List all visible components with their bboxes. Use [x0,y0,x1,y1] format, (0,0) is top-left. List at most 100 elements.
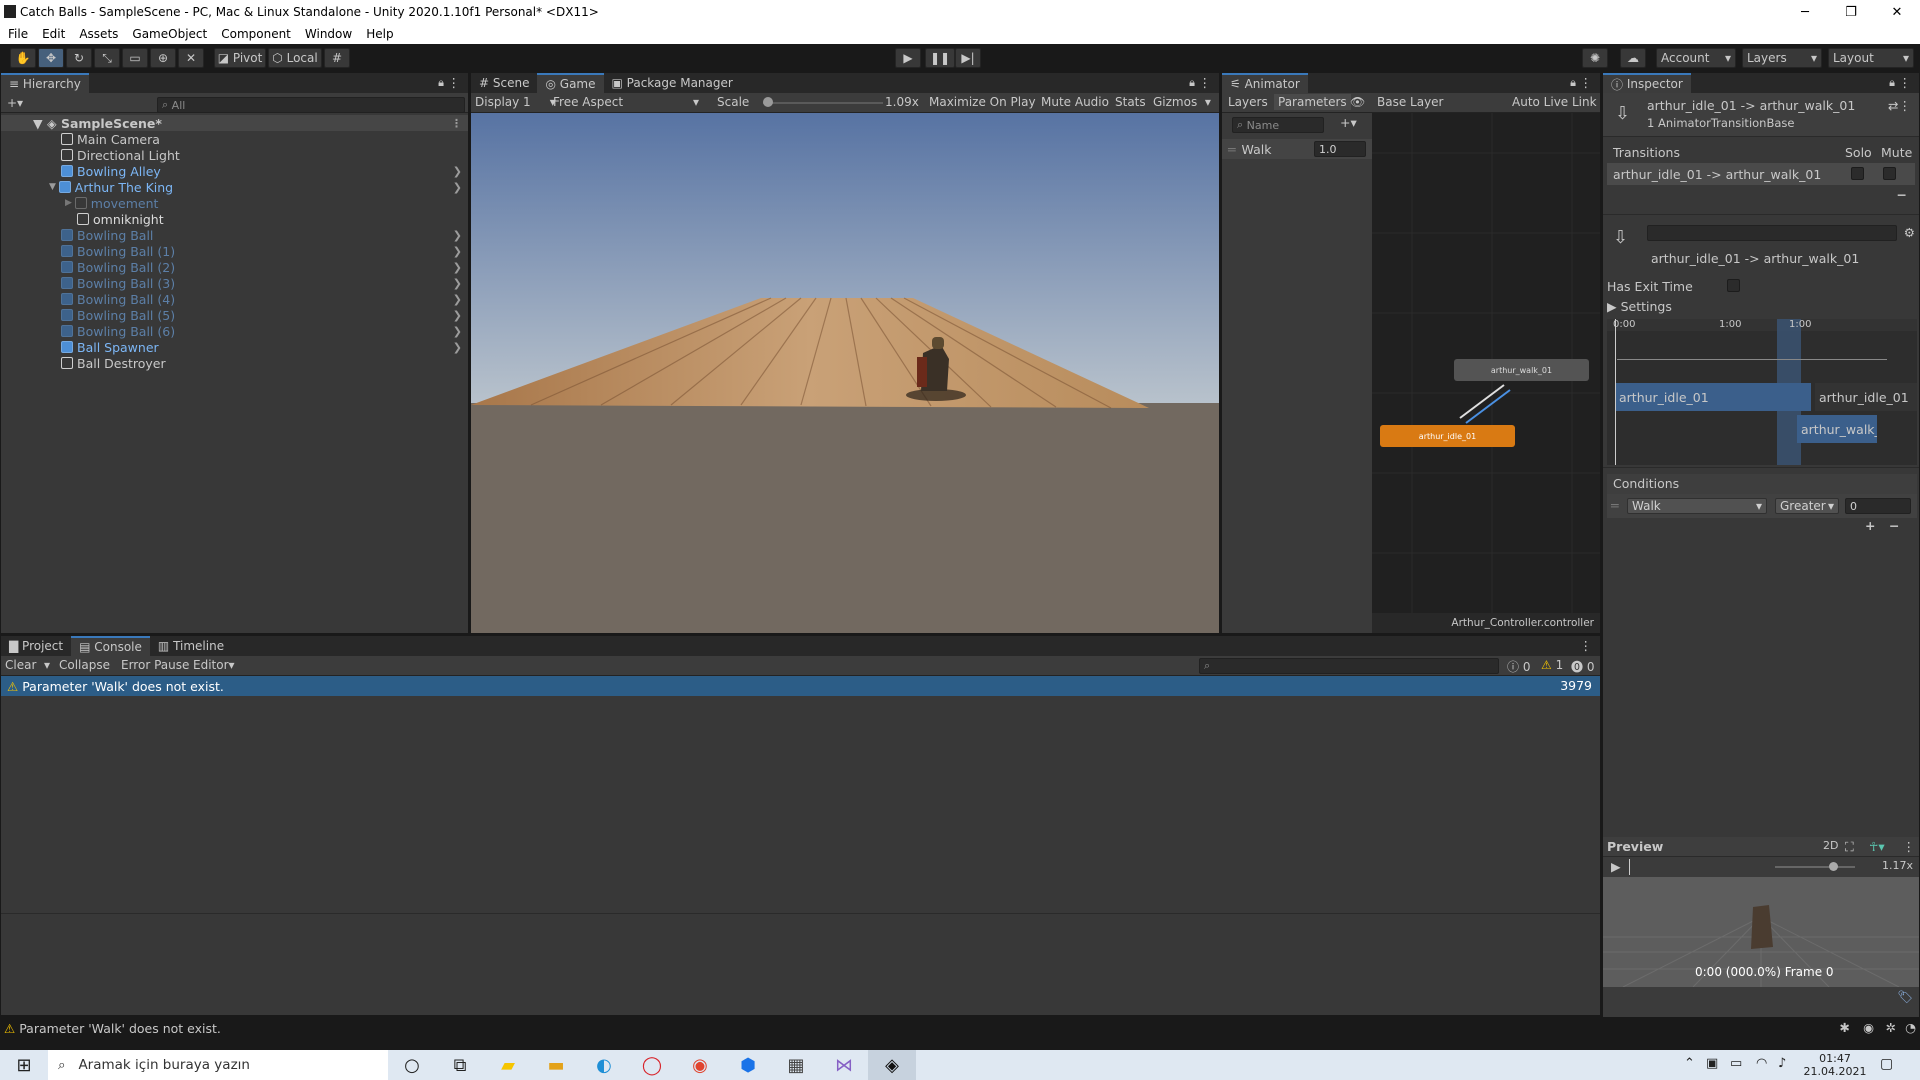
minimize-button[interactable]: ─ [1782,0,1828,24]
chevron-right-icon[interactable]: ❯ [453,309,462,322]
solo-checkbox[interactable] [1851,167,1864,180]
preview-speed-handle[interactable] [1829,862,1838,871]
chevron-right-icon[interactable]: ❯ [453,341,462,354]
aspect-dropdown[interactable]: Free Aspect ▾ [553,95,703,109]
preview-play-button[interactable]: ▶ [1611,859,1621,874]
close-button[interactable]: ✕ [1874,0,1920,24]
state-node-walk[interactable]: arthur_walk_01 [1454,359,1589,381]
hand-tool-icon[interactable]: ✋ [10,48,36,68]
scale-slider-handle[interactable] [763,97,773,107]
lock-icon[interactable]: 🔒︎ [1570,76,1576,90]
playhead[interactable] [1615,319,1616,465]
edge-icon[interactable]: ◐ [580,1050,628,1080]
clock[interactable]: 01:47 21.04.2021 [1800,1052,1870,1078]
wifi-icon[interactable]: ◠ [1756,1056,1767,1071]
list-item[interactable]: Bowling Ball (5) ❯ [1,307,468,323]
collapse-toggle[interactable]: Collapse [59,658,110,672]
battery-icon[interactable]: ▭ [1730,1056,1742,1071]
custom-tool-icon[interactable]: ✕ [178,48,204,68]
mute-audio-toggle[interactable]: Mute Audio [1041,95,1109,109]
preview-viewport[interactable]: 0:00 (000.0%) Frame 0 [1603,877,1919,987]
maps-icon[interactable]: ⬢ [724,1050,772,1080]
chevron-right-icon[interactable]: ❯ [453,165,462,178]
hierarchy-search-input[interactable]: ⌕ All [157,97,465,113]
gizmos-dropdown[interactable]: Gizmos ▾ [1153,95,1211,109]
error-filter-toggle[interactable]: ⓿ 0 [1571,658,1594,675]
lock-icon[interactable]: 🔒︎ [1889,76,1895,90]
game-viewport[interactable] [471,113,1219,633]
error-pause-toggle[interactable]: Error Pause [121,658,189,672]
log-filter-toggle[interactable]: ⓘ 0 [1507,658,1530,675]
list-item[interactable]: Bowling Ball (1) ❯ [1,243,468,259]
menu-file[interactable]: File [8,27,28,41]
unity-taskbar-icon[interactable]: ◈ [868,1050,916,1080]
has-exit-time-checkbox[interactable] [1727,279,1740,292]
parameter-search-input[interactable]: ⌕ Name [1232,117,1324,133]
kebab-menu-icon[interactable]: ⋮ [1899,75,1912,90]
opera-icon[interactable]: ◯ [628,1050,676,1080]
preview-speed-slider[interactable] [1775,866,1855,868]
menu-window[interactable]: Window [305,27,352,41]
pivot-toggle-icon[interactable]: ⛶ [1845,839,1854,855]
taskbar-search-box[interactable]: ⌕ Aramak için buraya yazın [48,1050,388,1080]
settings-foldout[interactable]: ▶ Settings [1607,299,1672,314]
kebab-menu-icon[interactable]: ⋮ [451,117,462,130]
condition-operator-dropdown[interactable]: Greater ▾ [1775,498,1839,514]
add-parameter-icon[interactable]: +▾ [1340,115,1357,130]
eye-icon[interactable]: 👁︎ [1350,95,1365,109]
chevron-right-icon[interactable]: ❯ [453,229,462,242]
preview-2d-toggle[interactable]: 2D [1823,839,1838,852]
layers-dropdown[interactable]: Layers ▾ [1742,48,1822,68]
tab-project[interactable]: ▇ Project [1,636,72,656]
settings-icon[interactable]: ⇄⋮ [1888,98,1911,113]
tab-game[interactable]: ◎ Game [537,73,604,93]
progress-icon[interactable]: ◔ [1905,1020,1916,1035]
parameter-row[interactable]: ═ Walk 1.0 [1222,139,1372,159]
stats-toggle[interactable]: Stats [1115,95,1146,109]
list-item[interactable]: omniknight [1,211,468,227]
transition-timeline[interactable]: 0:00 1:00 1:00 arthur_idle_01 arthur_idl… [1607,319,1917,465]
condition-value-field[interactable]: 0 [1845,498,1911,514]
menu-edit[interactable]: Edit [42,27,65,41]
tab-package-manager[interactable]: ▣ Package Manager [603,73,741,93]
gear-icon[interactable]: ⚙ [1904,225,1915,240]
avatar-icon[interactable]: ☥▾ [1869,839,1885,854]
visual-studio-icon[interactable]: ⋈ [820,1050,868,1080]
tab-scene[interactable]: # Scene [471,73,538,93]
maximize-button[interactable]: ❐ [1828,0,1874,24]
parameters-tab[interactable]: Parameters [1274,94,1351,110]
file-explorer-icon[interactable]: ▬ [532,1050,580,1080]
console-message-row[interactable]: ⚠ Parameter 'Walk' does not exist. 3979 [1,676,1600,696]
layout-dropdown[interactable]: Layout ▾ [1828,48,1914,68]
transition-row[interactable]: arthur_idle_01 -> arthur_walk_01 [1607,163,1915,185]
menu-assets[interactable]: Assets [79,27,118,41]
transition-name-field[interactable] [1647,225,1897,241]
menu-help[interactable]: Help [366,27,393,41]
play-button[interactable]: ▶ [895,48,921,68]
list-item[interactable]: Bowling Ball ❯ [1,227,468,243]
tab-animator[interactable]: ⚟ Animator [1222,73,1308,93]
list-item[interactable]: ▼ Arthur The King ❯ [1,179,468,195]
bug-icon[interactable]: ✱ [1840,1020,1850,1035]
layers-tab[interactable]: Layers [1228,95,1268,109]
debug-icon[interactable]: ✲ [1886,1020,1896,1035]
expand-arrow-icon[interactable]: ▼ [49,182,59,192]
list-item[interactable]: Bowling Ball (4) ❯ [1,291,468,307]
expand-arrow-icon[interactable]: ▶ [65,198,75,208]
add-condition-button[interactable]: + [1865,518,1875,533]
kebab-menu-icon[interactable]: ⋮ [1580,638,1593,653]
console-splitter[interactable] [1,913,1600,914]
scale-slider[interactable] [763,102,883,104]
tag-icon[interactable]: 🏷︎ [1897,989,1913,1005]
base-layer-breadcrumb[interactable]: Base Layer [1377,95,1444,109]
list-item[interactable]: Bowling Alley ❯ [1,163,468,179]
clear-button[interactable]: Clear ▾ [5,658,50,672]
menu-gameobject[interactable]: GameObject [132,27,207,41]
move-tool-icon[interactable]: ✥ [38,48,64,68]
tray-chevron-icon[interactable]: ⌃ [1684,1056,1695,1071]
parameter-value-field[interactable]: 1.0 [1314,141,1366,157]
collab-icon[interactable]: ✺ [1582,48,1608,68]
list-item[interactable]: Bowling Ball (3) ❯ [1,275,468,291]
transform-tool-icon[interactable]: ⊕ [150,48,176,68]
add-icon[interactable]: +▾ [7,96,23,110]
